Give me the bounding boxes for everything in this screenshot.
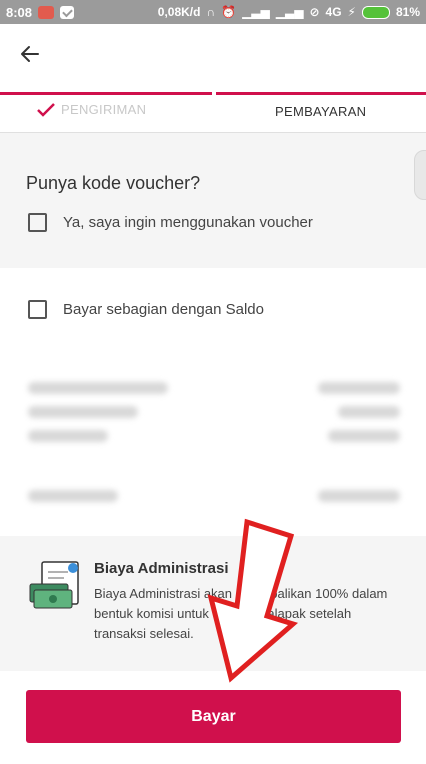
alarm-icon: ⏰ [221, 5, 237, 19]
charging-icon: ⚡ [347, 5, 356, 19]
pay-with-saldo-checkbox[interactable] [28, 300, 47, 319]
headset-icon: ∩ [206, 5, 216, 19]
voucher-section: Punya kode voucher? Ya, saya ingin mengg… [0, 133, 426, 268]
step-payment-label: PEMBAYARAN [275, 104, 367, 119]
status-time: 8:08 [6, 4, 33, 20]
step-shipping-label: PENGIRIMAN [61, 102, 147, 117]
pay-button[interactable]: Bayar [26, 690, 401, 743]
signal-icon-2: ▁▃▅ [275, 5, 304, 19]
pay-with-saldo-option[interactable]: Bayar sebagian dengan Saldo [28, 300, 264, 319]
battery-level: 81% [395, 5, 420, 19]
app-bar [0, 24, 426, 92]
notification-badge-icon [38, 5, 55, 19]
blurred-amount [338, 406, 400, 418]
voucher-title: Punya kode voucher? [26, 173, 201, 193]
checkmark-icon [37, 102, 55, 117]
use-voucher-option[interactable]: Ya, saya ingin menggunakan voucher [28, 213, 313, 232]
step-progress-bar-shipping [0, 92, 212, 95]
money-document-icon [29, 561, 79, 609]
blurred-text [28, 382, 168, 394]
check-badge-icon [60, 5, 75, 19]
blurred-text [28, 490, 118, 502]
back-arrow-icon[interactable] [18, 42, 48, 72]
side-handle[interactable] [414, 150, 426, 200]
status-bar: 8:08 0,08K/d ∩ ⏰ ▁▃▅ ▁▃▅ ⊘ 4G ⚡ 81% [0, 0, 426, 24]
blurred-amount [318, 490, 400, 502]
big-arrow-down-icon [207, 518, 299, 683]
signal-icon: ▁▃▅ [242, 5, 270, 19]
use-voucher-checkbox[interactable] [28, 213, 47, 232]
footer: Bayar [0, 671, 426, 764]
checkout-stepper: PENGIRIMAN PEMBAYARAN [0, 92, 426, 133]
battery-icon [361, 5, 390, 19]
blurred-text [28, 406, 138, 418]
network-speed: 0,08K/d [157, 5, 201, 19]
pay-with-saldo-label: Bayar sebagian dengan Saldo [63, 301, 264, 318]
blurred-amount [318, 382, 400, 394]
step-payment[interactable]: PEMBAYARAN [275, 104, 366, 119]
blurred-amount [328, 430, 400, 442]
payment-summary: Bayar sebagian dengan Saldo [0, 268, 426, 536]
signal-off-icon: ⊘ [309, 5, 320, 19]
step-shipping[interactable]: PENGIRIMAN [37, 102, 146, 117]
network-type: 4G [325, 5, 342, 19]
use-voucher-label: Ya, saya ingin menggunakan voucher [63, 214, 313, 231]
step-progress-bar-payment [216, 92, 426, 95]
blurred-text [28, 430, 108, 442]
